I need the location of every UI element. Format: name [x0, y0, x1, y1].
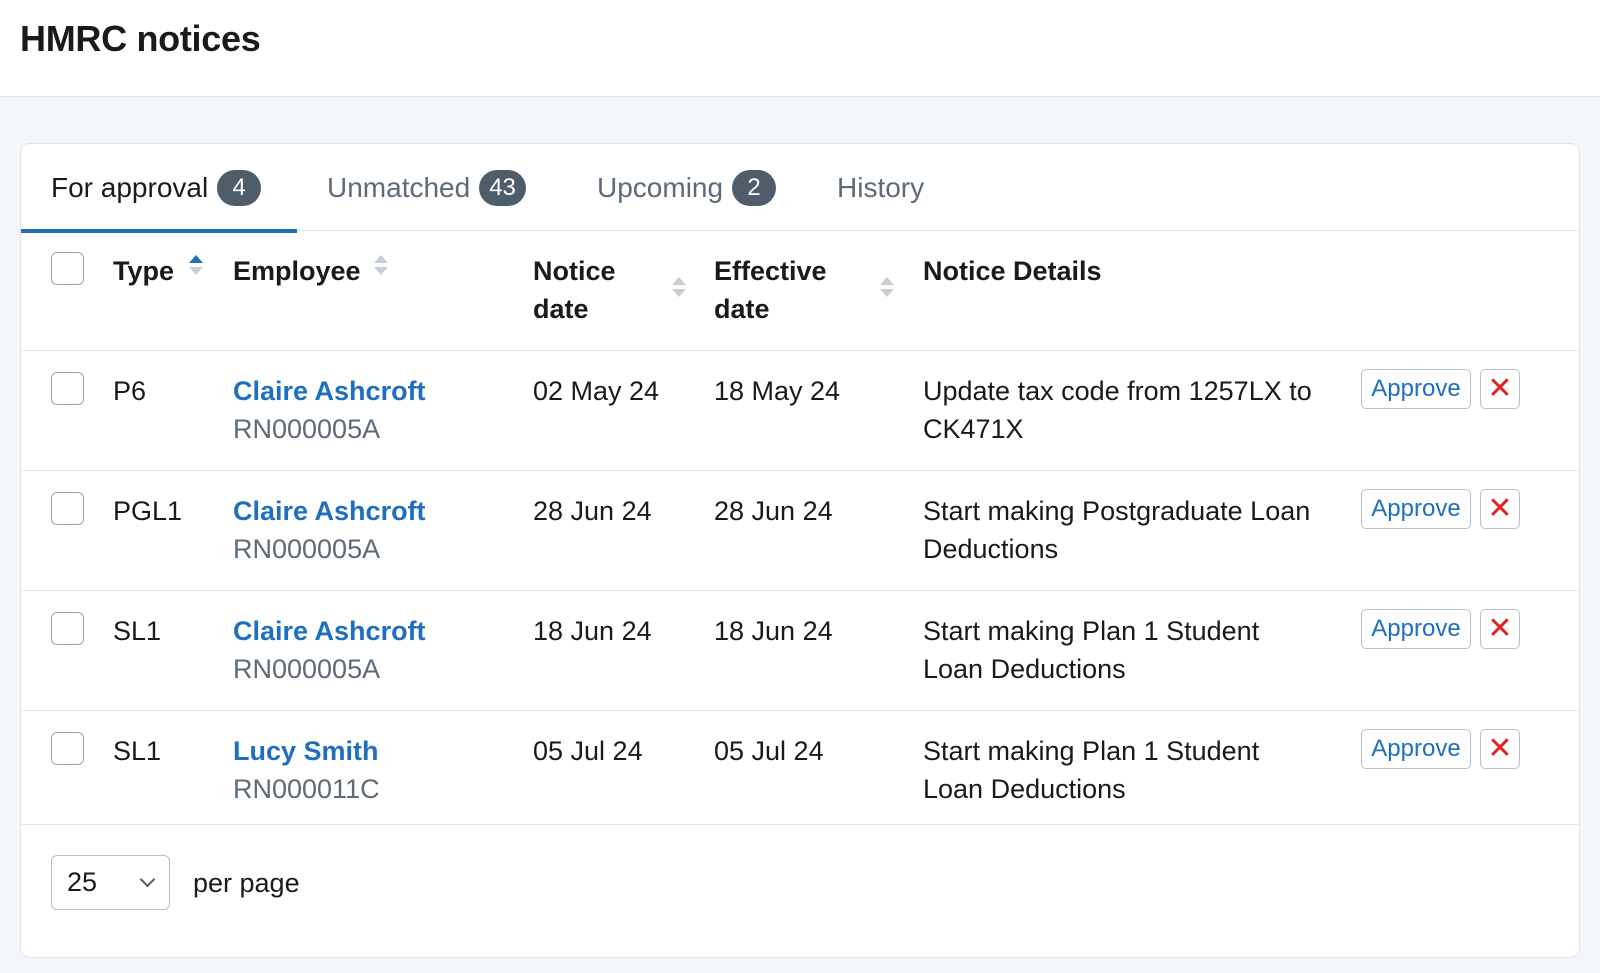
- table-row: SL1 Lucy Smith RN000011C 05 Jul 24 05 Ju…: [21, 711, 1579, 825]
- reject-button[interactable]: ✕: [1480, 609, 1520, 649]
- notice-type: SL1: [113, 616, 162, 646]
- effective-date: 18 May 24: [714, 376, 841, 406]
- per-page-label: per page: [193, 868, 300, 898]
- employee-reference: RN000005A: [233, 534, 381, 564]
- sort-ascending-icon[interactable]: [189, 255, 203, 279]
- employee-name-link[interactable]: Lucy Smith: [233, 732, 380, 770]
- row-checkbox[interactable]: [51, 372, 84, 405]
- page-title: HMRC notices: [20, 18, 261, 59]
- employee-cell: Lucy Smith RN000011C: [233, 732, 380, 808]
- tab-label: For approval: [51, 171, 209, 203]
- tab-for-approval[interactable]: For approval 4: [21, 144, 297, 233]
- notice-type: PGL1: [113, 496, 183, 526]
- employee-cell: Claire Ashcroft RN000005A: [233, 372, 426, 448]
- count-badge: 43: [479, 169, 526, 206]
- column-header-type[interactable]: Type: [113, 252, 174, 290]
- reject-button[interactable]: ✕: [1480, 489, 1520, 529]
- employee-name-link[interactable]: Claire Ashcroft: [233, 612, 426, 650]
- tab-history[interactable]: History: [807, 144, 954, 231]
- employee-reference: RN000011C: [233, 774, 380, 804]
- page-header: HMRC notices: [0, 0, 1600, 97]
- per-page-select[interactable]: 25: [51, 855, 170, 910]
- notice-date: 02 May 24: [533, 376, 660, 406]
- approve-button[interactable]: Approve: [1361, 609, 1471, 649]
- notice-details: Start making Postgraduate Loan Deduction…: [923, 496, 1311, 564]
- notice-type: P6: [113, 376, 147, 406]
- tab-label: Unmatched: [327, 171, 471, 203]
- effective-date: 28 Jun 24: [714, 496, 833, 526]
- notice-details: Start making Plan 1 Student Loan Deducti…: [923, 616, 1260, 684]
- row-checkbox[interactable]: [51, 492, 84, 525]
- count-badge: 4: [217, 169, 262, 206]
- notices-card: For approval 4 Unmatched 43 Upcoming 2 H…: [20, 143, 1580, 958]
- row-checkbox[interactable]: [51, 732, 84, 765]
- notice-details: Update tax code from 1257LX to CK471X: [923, 376, 1312, 444]
- notice-date: 28 Jun 24: [533, 496, 652, 526]
- chevron-down-icon: [139, 871, 156, 888]
- pagination-footer: 25 per page: [21, 825, 1579, 957]
- reject-button[interactable]: ✕: [1480, 729, 1520, 769]
- tab-bar: For approval 4 Unmatched 43 Upcoming 2 H…: [21, 144, 1579, 233]
- close-icon: ✕: [1487, 371, 1513, 406]
- approve-button[interactable]: Approve: [1361, 489, 1471, 529]
- tab-label: Upcoming: [597, 171, 724, 203]
- tab-unmatched[interactable]: Unmatched 43: [297, 144, 556, 231]
- tab-label: History: [837, 171, 925, 203]
- sort-icon[interactable]: [880, 277, 894, 301]
- employee-name-link[interactable]: Claire Ashcroft: [233, 372, 426, 410]
- column-header-notice-details: Notice Details: [923, 256, 1102, 286]
- select-all-checkbox[interactable]: [51, 252, 84, 285]
- sort-icon[interactable]: [672, 277, 686, 301]
- employee-reference: RN000005A: [233, 414, 381, 444]
- close-icon: ✕: [1487, 731, 1513, 766]
- row-checkbox[interactable]: [51, 612, 84, 645]
- per-page-value: 25: [67, 867, 98, 897]
- effective-date: 18 Jun 24: [714, 616, 833, 646]
- column-header-employee[interactable]: Employee: [233, 252, 361, 290]
- table-header-row: Type Employee Notice date Effective date…: [21, 231, 1579, 351]
- count-badge: 2: [732, 169, 777, 206]
- approve-button[interactable]: Approve: [1361, 369, 1471, 409]
- notice-date: 05 Jul 24: [533, 736, 643, 766]
- employee-reference: RN000005A: [233, 654, 381, 684]
- approve-button[interactable]: Approve: [1361, 729, 1471, 769]
- table-row: SL1 Claire Ashcroft RN000005A 18 Jun 24 …: [21, 591, 1579, 711]
- employee-cell: Claire Ashcroft RN000005A: [233, 612, 426, 688]
- table-row: P6 Claire Ashcroft RN000005A 02 May 24 1…: [21, 351, 1579, 471]
- notice-date: 18 Jun 24: [533, 616, 652, 646]
- notice-type: SL1: [113, 736, 162, 766]
- employee-cell: Claire Ashcroft RN000005A: [233, 492, 426, 568]
- close-icon: ✕: [1487, 611, 1513, 646]
- table-row: PGL1 Claire Ashcroft RN000005A 28 Jun 24…: [21, 471, 1579, 591]
- notice-details: Start making Plan 1 Student Loan Deducti…: [923, 736, 1260, 804]
- tab-upcoming[interactable]: Upcoming 2: [567, 144, 806, 231]
- effective-date: 05 Jul 24: [714, 736, 824, 766]
- employee-name-link[interactable]: Claire Ashcroft: [233, 492, 426, 530]
- column-header-notice-date[interactable]: Notice date: [533, 252, 643, 328]
- column-header-effective-date[interactable]: Effective date: [714, 252, 854, 328]
- reject-button[interactable]: ✕: [1480, 369, 1520, 409]
- sort-icon[interactable]: [374, 255, 388, 279]
- close-icon: ✕: [1487, 491, 1513, 526]
